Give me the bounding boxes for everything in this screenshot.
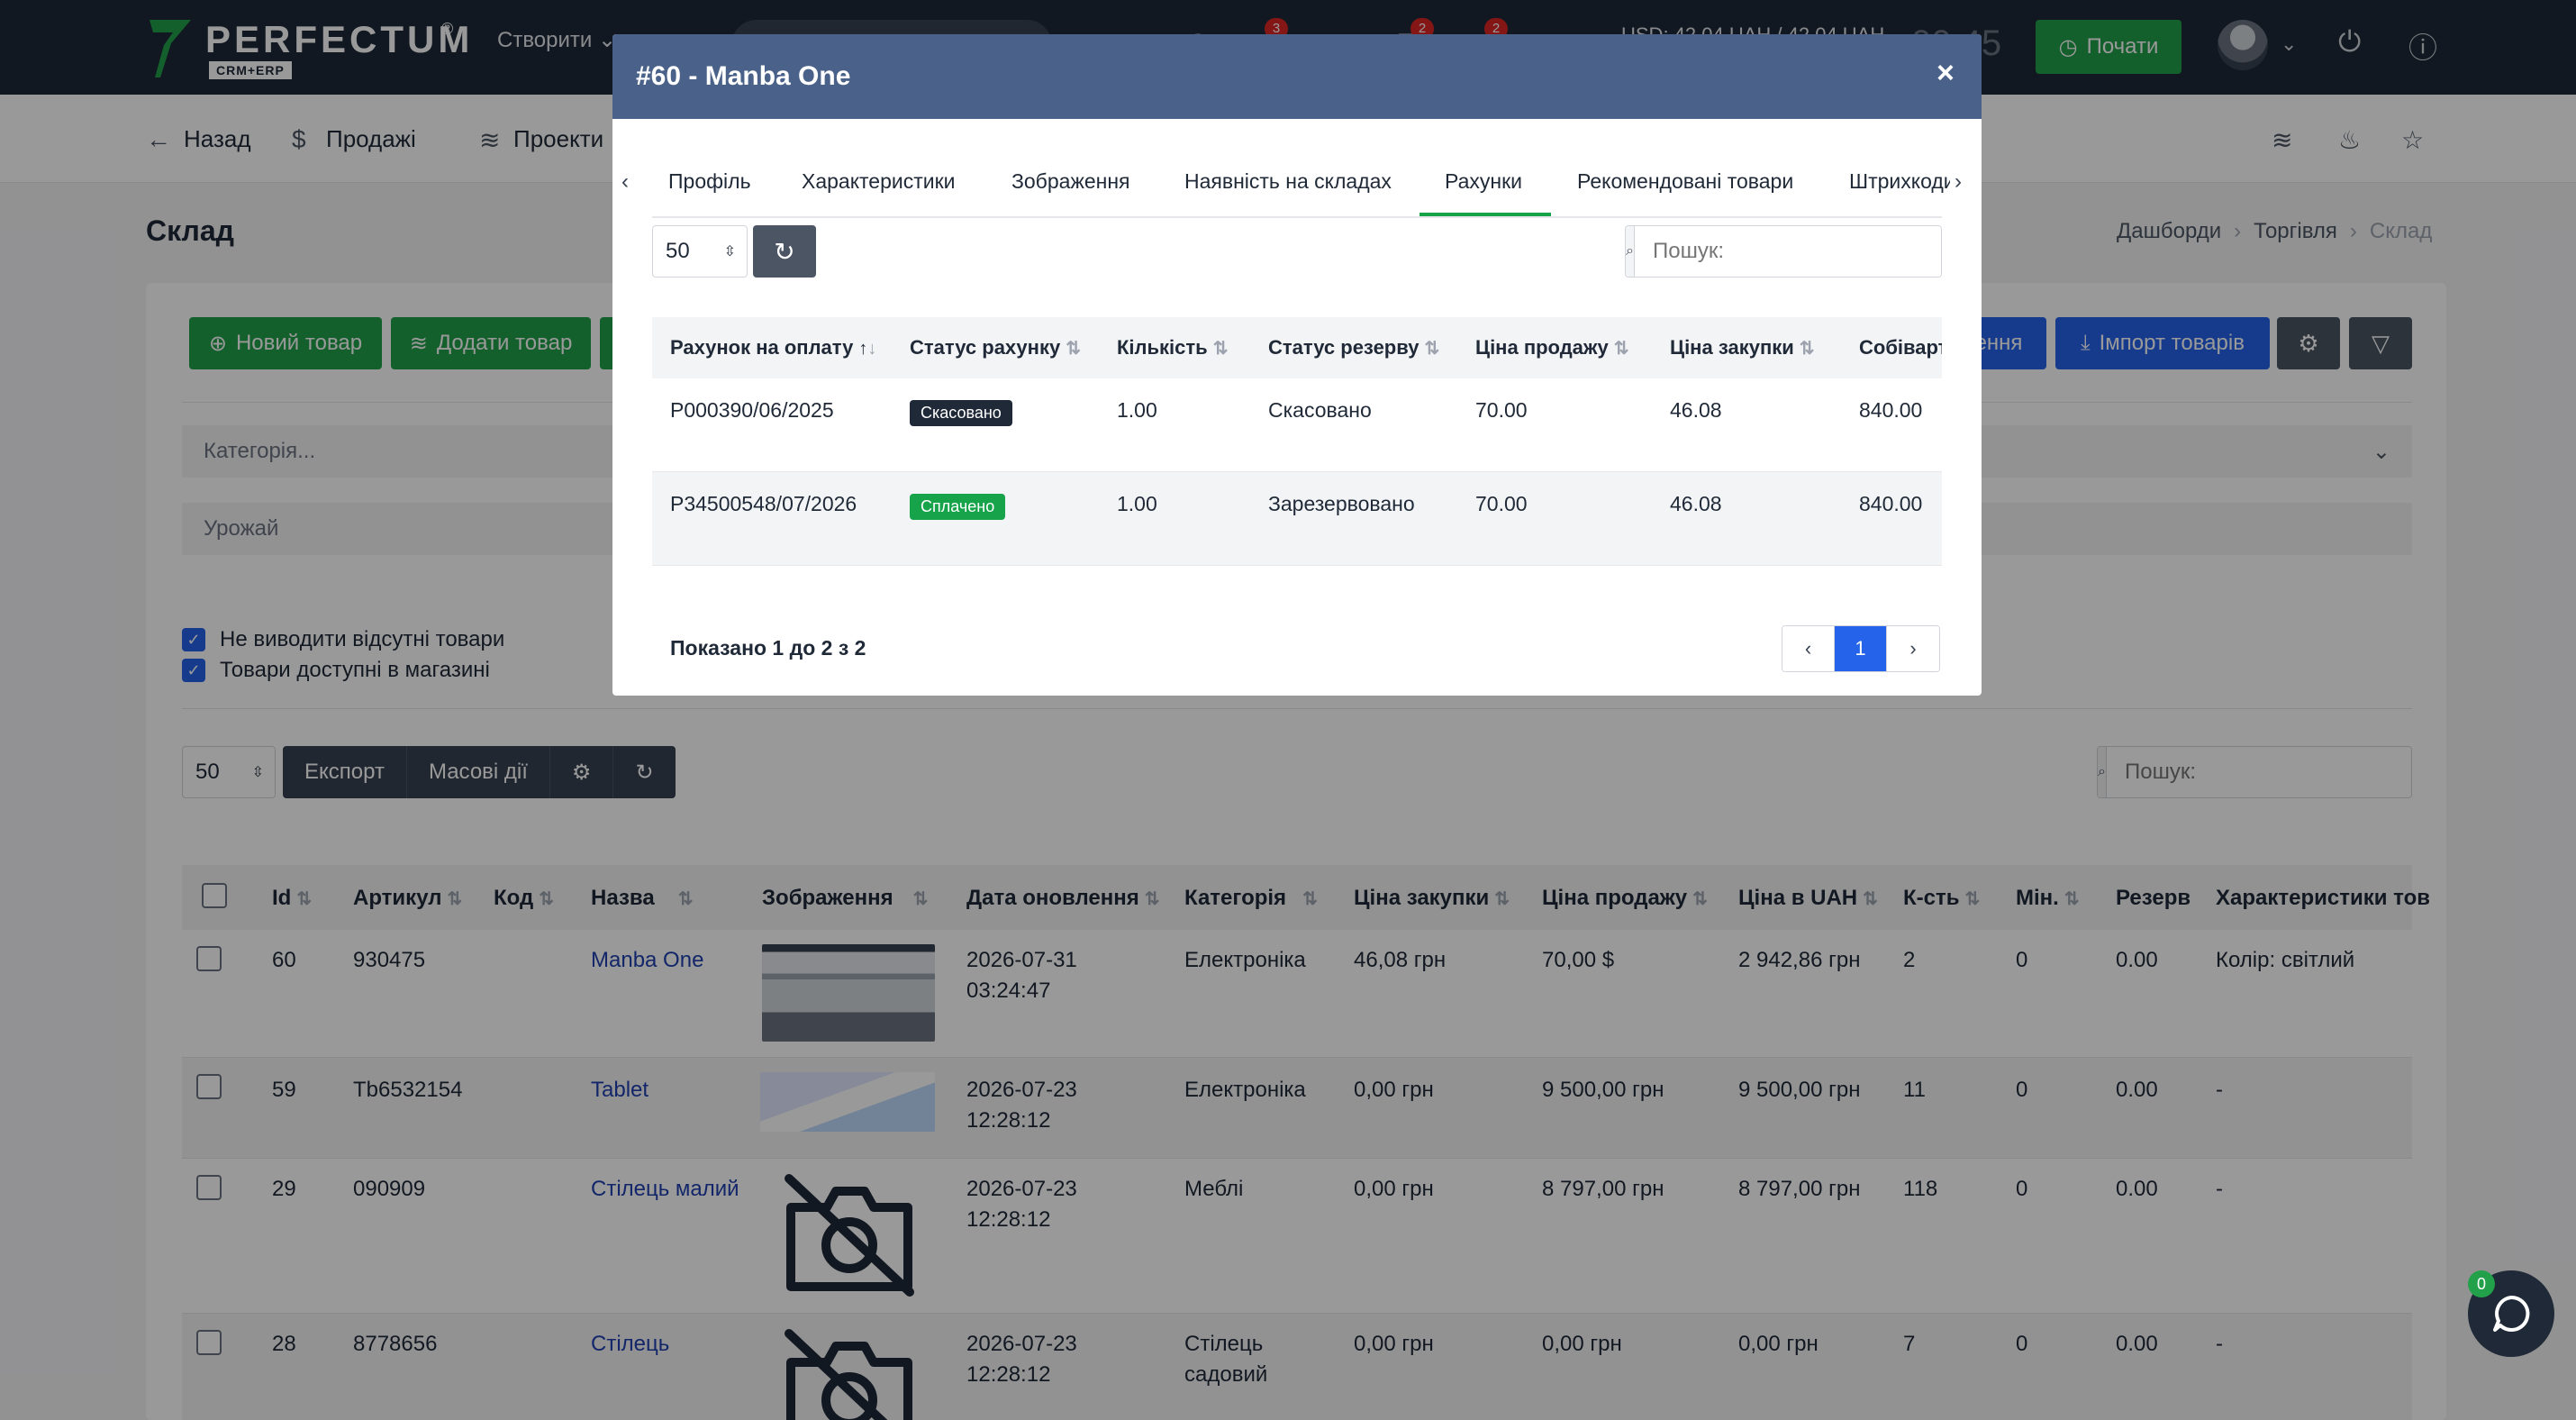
active-tab-indicator [1420, 213, 1551, 216]
chevron-left-icon[interactable]: ‹ [621, 169, 629, 195]
invoice-link[interactable]: P34500548/07/2026 [670, 492, 857, 516]
tab-profile[interactable]: Профіль [668, 169, 751, 194]
modal-page-size-value: 50 [666, 239, 690, 263]
invoice-link[interactable]: P000390/06/2025 [670, 398, 834, 423]
pagination: ‹ 1 › [1782, 625, 1940, 672]
tab-recommended[interactable]: Рекомендовані товари [1577, 169, 1793, 194]
col-invoice[interactable]: Рахунок на оплату ↑↓ [670, 336, 876, 360]
modal-tabs: ‹ Профіль Характеристики Зображення Наяв… [612, 119, 1982, 218]
tab-stock[interactable]: Наявність на складах [1184, 169, 1392, 194]
page-number[interactable]: 1 [1835, 626, 1887, 671]
col-sell-price[interactable]: Ціна продажу ⇅ [1475, 336, 1629, 360]
table-summary: Показано 1 до 2 з 2 [670, 636, 866, 660]
refresh-icon: ↻ [774, 237, 795, 266]
product-modal: #60 - Manba One × ‹ Профіль Характеристи… [612, 34, 1982, 696]
tab-characteristics[interactable]: Характеристики [802, 169, 956, 194]
tab-images[interactable]: Зображення [1011, 169, 1129, 194]
col-cost[interactable]: Собіварт [1859, 336, 1942, 360]
col-reserve-status[interactable]: Статус резерву ⇅ [1268, 336, 1439, 360]
close-icon[interactable]: × [1937, 56, 1955, 91]
invoice-reserve: Скасовано [1268, 398, 1372, 422]
next-page-button[interactable]: › [1887, 626, 1939, 671]
status-badge: Скасовано [910, 400, 1012, 426]
invoice-cost: 840.00 [1859, 492, 1923, 515]
invoices-header: Рахунок на оплату ↑↓ Статус рахунку ⇅ Кіль… [652, 317, 1942, 378]
modal-header: #60 - Manba One × [612, 34, 1982, 119]
invoice-cost: 840.00 [1859, 398, 1923, 422]
chat-bubble-icon [2493, 1295, 2530, 1332]
col-buy-price[interactable]: Ціна закупки ⇅ [1670, 336, 1815, 360]
chevron-right-icon[interactable]: › [1955, 169, 1962, 195]
tab-barcodes[interactable]: Штрихкоди [1849, 169, 1950, 194]
status-badge: Сплачено [910, 494, 1006, 520]
invoice-buy: 46.08 [1670, 492, 1722, 515]
invoice-qty: 1.00 [1117, 492, 1157, 515]
invoice-row[interactable]: P000390/06/2025 Скасовано 1.00 Скасовано… [652, 378, 1942, 472]
modal-search: ⌕ [1625, 225, 1942, 278]
invoice-row[interactable]: P34500548/07/2026 Сплачено 1.00 Зарезерв… [652, 472, 1942, 566]
tab-invoices[interactable]: Рахунки [1445, 169, 1522, 194]
modal-refresh-button[interactable]: ↻ [753, 225, 816, 278]
invoice-reserve: Зарезервовано [1268, 492, 1415, 515]
modal-search-input[interactable] [1634, 226, 1941, 277]
sort-arrows-icon: ⇳ [723, 244, 736, 259]
invoice-buy: 46.08 [1670, 398, 1722, 422]
prev-page-button[interactable]: ‹ [1782, 626, 1835, 671]
col-invoice-status[interactable]: Статус рахунку ⇅ [910, 336, 1081, 360]
col-quantity[interactable]: Кількість ⇅ [1117, 336, 1228, 360]
search-icon: ⌕ [1626, 226, 1635, 277]
invoice-sell: 70.00 [1475, 398, 1528, 422]
tabs-underline [652, 216, 1942, 218]
modal-page-size-select[interactable]: 50 ⇳ [652, 225, 748, 278]
chat-widget-badge: 0 [2468, 1270, 2495, 1297]
modal-title: #60 - Manba One [636, 61, 851, 91]
invoice-qty: 1.00 [1117, 398, 1157, 422]
invoice-sell: 70.00 [1475, 492, 1528, 515]
